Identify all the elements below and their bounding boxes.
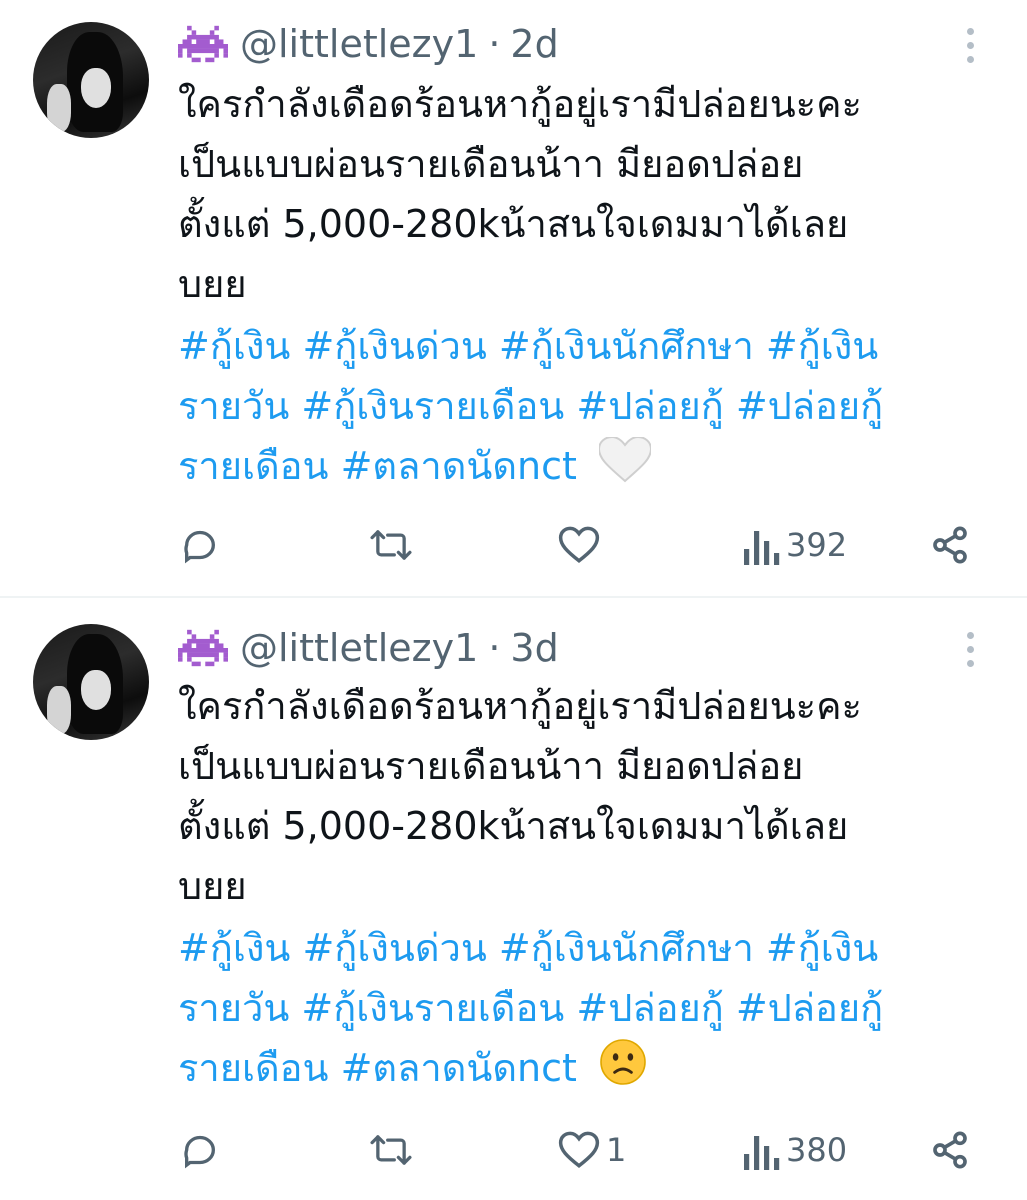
more-icon[interactable]	[958, 20, 982, 70]
hashtag[interactable]: รายเดือน	[178, 1046, 328, 1090]
like-button[interactable]	[558, 515, 606, 575]
like-icon	[558, 525, 600, 565]
hashtag[interactable]: #กู้เงินนักศึกษา	[499, 926, 754, 970]
user-handle[interactable]: @littletlezy1	[240, 22, 478, 66]
retweet-button[interactable]	[368, 515, 420, 575]
reply-icon	[180, 1130, 220, 1170]
tweet-text-line: ใครกำลังเดือดร้อนหากู้อยู่เรามีปล่อยนะคะ	[178, 82, 862, 126]
tweet[interactable]: @littletlezy1 · 2d ใครกำลังเดือดร้อนหากู…	[0, 0, 1027, 596]
share-button[interactable]	[930, 1120, 970, 1180]
hashtag[interactable]: รายวัน	[178, 986, 289, 1030]
hashtag[interactable]: #กู้เงินด่วน	[302, 926, 486, 970]
hashtag[interactable]: #กู้เงินด่วน	[302, 324, 486, 368]
hashtag[interactable]: #กู้เงิน	[178, 926, 290, 970]
retweet-button[interactable]	[368, 1120, 420, 1180]
views-icon	[744, 525, 780, 565]
separator-dot: ·	[488, 626, 501, 670]
views-button[interactable]: 392	[744, 515, 847, 575]
share-icon	[930, 525, 970, 565]
tweet-header: @littletlezy1 · 2d	[178, 19, 559, 69]
separator-dot: ·	[488, 22, 501, 66]
like-count: 1	[606, 1131, 627, 1169]
retweet-icon	[368, 1130, 414, 1170]
hashtag[interactable]: รายเดือน	[178, 444, 328, 488]
action-bar: 392	[0, 515, 1027, 575]
more-icon[interactable]	[958, 624, 982, 674]
tweet-text-line: เป็นแบบผ่อนรายเดือนน้าา มียอดปล่อย	[178, 744, 804, 788]
hashtag[interactable]: #ปล่อยกู้	[736, 384, 883, 428]
hashtag[interactable]: #ตลาดนัดnct	[341, 444, 577, 488]
hashtag[interactable]: #ปล่อยกู้	[576, 384, 723, 428]
hashtag[interactable]: #กู้เงินนักศึกษา	[499, 324, 754, 368]
reply-button[interactable]	[180, 515, 226, 575]
share-button[interactable]	[930, 515, 970, 575]
tweet-header: @littletlezy1 · 3d	[178, 623, 559, 673]
hashtag[interactable]: รายวัน	[178, 384, 289, 428]
tweet[interactable]: @littletlezy1 · 3d ใครกำลังเดือดร้อนหากู…	[0, 598, 1027, 1200]
hashtag[interactable]: #กู้เงินรายเดือน	[301, 986, 564, 1030]
hashtags: #กู้เงิน #กู้เงินด่วน #กู้เงินนักศึกษา #…	[178, 316, 1008, 500]
alien-monster-icon	[178, 628, 228, 668]
tweet-text: ใครกำลังเดือดร้อนหากู้อยู่เรามีปล่อยนะคะ…	[178, 74, 1008, 314]
tweet-text-line: เป็นแบบผ่อนรายเดือนน้าา มียอดปล่อย	[178, 142, 804, 186]
view-count: 392	[786, 526, 848, 564]
tweet-text: ใครกำลังเดือดร้อนหากู้อยู่เรามีปล่อยนะคะ…	[178, 676, 1008, 916]
user-handle[interactable]: @littletlezy1	[240, 626, 478, 670]
reply-icon	[180, 525, 220, 565]
like-button[interactable]: 1	[558, 1120, 626, 1180]
avatar[interactable]	[33, 22, 149, 138]
alien-monster-icon	[178, 24, 228, 64]
retweet-icon	[368, 525, 414, 565]
action-bar: 1 380	[0, 1120, 1027, 1180]
share-icon	[930, 1130, 970, 1170]
views-button[interactable]: 380	[744, 1120, 847, 1180]
tweet-text-line: ตั้งแต่ 5,000-280kน้าสนใจเดมมาได้เลย	[178, 804, 849, 848]
tweet-text-line: บยย	[178, 262, 247, 306]
hashtag[interactable]: #กู้เงิน	[766, 324, 878, 368]
hashtag[interactable]: #ตลาดนัดnct	[341, 1046, 577, 1090]
hashtags: #กู้เงิน #กู้เงินด่วน #กู้เงินนักศึกษา #…	[178, 918, 1008, 1103]
timestamp[interactable]: 2d	[510, 22, 558, 66]
hashtag[interactable]: #ปล่อยกู้	[736, 986, 883, 1030]
hashtag[interactable]: #กู้เงินรายเดือน	[301, 384, 564, 428]
white-heart-icon	[598, 435, 653, 500]
slightly-frowning-face-icon	[599, 1038, 647, 1103]
like-icon	[558, 1130, 600, 1170]
hashtag[interactable]: #กู้เงิน	[766, 926, 878, 970]
view-count: 380	[786, 1131, 848, 1169]
hashtag[interactable]: #ปล่อยกู้	[576, 986, 723, 1030]
reply-button[interactable]	[180, 1120, 226, 1180]
timestamp[interactable]: 3d	[510, 626, 558, 670]
tweet-text-line: ใครกำลังเดือดร้อนหากู้อยู่เรามีปล่อยนะคะ	[178, 684, 862, 728]
avatar[interactable]	[33, 624, 149, 740]
views-icon	[744, 1130, 780, 1170]
tweet-text-line: ตั้งแต่ 5,000-280kน้าสนใจเดมมาได้เลย	[178, 202, 849, 246]
hashtag[interactable]: #กู้เงิน	[178, 324, 290, 368]
tweet-text-line: บยย	[178, 864, 247, 908]
